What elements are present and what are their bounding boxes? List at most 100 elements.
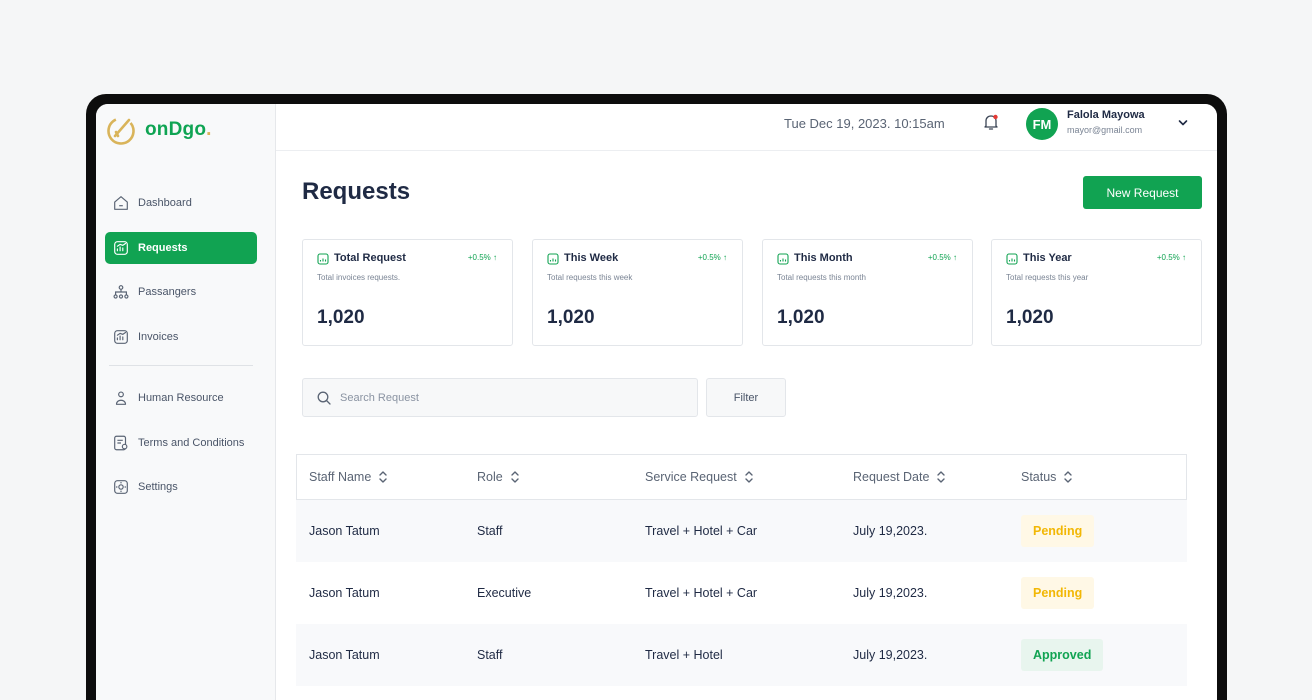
chevron-down-icon[interactable] bbox=[1176, 116, 1190, 130]
sidebar-item-label: Human Resource bbox=[138, 392, 224, 404]
chart-icon bbox=[317, 253, 329, 265]
table-header: Staff Name Role Service Request Request … bbox=[296, 454, 1187, 500]
sort-icon bbox=[1064, 471, 1073, 483]
logo-icon bbox=[107, 117, 135, 145]
sidebar: onDgo. Dashboard Requests Passangers Inv… bbox=[96, 104, 276, 700]
sidebar-item-label: Terms and Conditions bbox=[138, 436, 245, 449]
cell-staff-name: Jason Tatum bbox=[309, 648, 380, 662]
arrow-up-icon: ↑ bbox=[1182, 253, 1186, 262]
card-value: 1,020 bbox=[547, 307, 595, 328]
cell-date: July 19,2023. bbox=[853, 586, 928, 600]
sidebar-item-human-resource[interactable]: Human Resource bbox=[105, 382, 257, 414]
person-icon bbox=[115, 391, 127, 405]
cell-service: Travel + Hotel + Car bbox=[645, 524, 758, 538]
user-name: Falola Mayowa bbox=[1067, 109, 1145, 121]
page-title: Requests bbox=[302, 178, 411, 205]
logo-wordmark: onDgo. bbox=[145, 119, 212, 140]
card-subtitle: Total invoices requests. bbox=[317, 273, 401, 282]
card-title: This Month bbox=[794, 252, 853, 264]
change-badge: +0.5% ↑ bbox=[927, 253, 957, 262]
sidebar-item-dashboard[interactable]: Dashboard bbox=[105, 187, 257, 219]
top-bar: Tue Dec 19, 2023. 10:15am FM Falola Mayo… bbox=[276, 104, 1217, 151]
sidebar-item-requests[interactable]: Requests bbox=[105, 231, 257, 264]
card-title: This Week bbox=[564, 252, 619, 264]
chart-icon bbox=[1006, 253, 1018, 265]
cell-staff-name: Jason Tatum bbox=[309, 586, 380, 600]
filter-button[interactable]: Filter bbox=[706, 378, 786, 417]
home-icon bbox=[114, 196, 128, 210]
avatar[interactable]: FM bbox=[1026, 108, 1058, 140]
app-logo[interactable]: onDgo. bbox=[105, 112, 212, 148]
table-row[interactable]: Jason Tatum Staff Travel + Hotel + Car J… bbox=[296, 500, 1187, 562]
stat-card-year: This Year +0.5% ↑ Total requests this ye… bbox=[991, 239, 1202, 346]
change-badge: +0.5% ↑ bbox=[697, 253, 727, 262]
invoice-icon bbox=[114, 329, 128, 344]
stat-card-month: This Month +0.5% ↑ Total requests this m… bbox=[762, 239, 973, 346]
column-header-request-date[interactable]: Request Date bbox=[853, 470, 947, 484]
sidebar-item-label: Settings bbox=[138, 481, 178, 493]
change-badge: +0.5% ↑ bbox=[467, 253, 497, 262]
arrow-up-icon: ↑ bbox=[953, 253, 957, 262]
sidebar-item-label: Dashboard bbox=[138, 197, 192, 209]
search-input[interactable] bbox=[340, 391, 670, 404]
sidebar-item-label: Invoices bbox=[138, 330, 179, 343]
status-badge: Pending bbox=[1021, 515, 1095, 547]
sidebar-item-invoices[interactable]: Invoices bbox=[105, 321, 257, 353]
cell-service: Travel + Hotel + Car bbox=[645, 586, 758, 600]
column-header-status[interactable]: Status bbox=[1021, 470, 1074, 484]
sidebar-divider bbox=[109, 365, 253, 366]
user-email: mayor@gmail.com bbox=[1067, 125, 1143, 135]
change-badge: +0.5% ↑ bbox=[1156, 253, 1186, 262]
cell-date: July 19,2023. bbox=[853, 524, 928, 538]
search-icon bbox=[317, 391, 331, 405]
status-badge: Approved bbox=[1021, 639, 1104, 671]
new-request-button[interactable]: New Request bbox=[1083, 176, 1202, 209]
table-row[interactable]: Jason Tatum Executive Travel + Hotel + C… bbox=[296, 562, 1187, 624]
column-header-staff-name[interactable]: Staff Name bbox=[309, 470, 389, 484]
sidebar-item-label: Passangers bbox=[138, 286, 197, 298]
chart-icon bbox=[547, 253, 559, 265]
sidebar-item-label: Requests bbox=[138, 241, 188, 254]
stat-card-week: This Week +0.5% ↑ Total requests this we… bbox=[532, 239, 743, 346]
card-subtitle: Total requests this month bbox=[777, 273, 866, 282]
cell-service: Travel + Hotel bbox=[645, 648, 723, 662]
card-subtitle: Total requests this week bbox=[547, 273, 633, 282]
sidebar-item-passangers[interactable]: Passangers bbox=[105, 276, 257, 308]
sort-icon bbox=[511, 471, 519, 483]
sort-icon bbox=[745, 471, 753, 483]
sort-icon bbox=[379, 471, 388, 483]
sidebar-item-terms[interactable]: Terms and Conditions bbox=[105, 427, 257, 459]
chart-icon bbox=[114, 240, 128, 255]
card-value: 1,020 bbox=[777, 307, 825, 328]
status-badge: Pending bbox=[1021, 577, 1095, 609]
cell-role: Executive bbox=[477, 586, 532, 600]
arrow-up-icon: ↑ bbox=[723, 253, 727, 262]
app-screen: onDgo. Dashboard Requests Passangers Inv… bbox=[96, 104, 1217, 700]
column-header-service-request[interactable]: Service Request bbox=[645, 470, 755, 484]
users-icon bbox=[113, 285, 129, 299]
gear-icon bbox=[114, 480, 128, 494]
card-subtitle: Total requests this year bbox=[1006, 273, 1089, 282]
notification-bell-icon[interactable] bbox=[981, 112, 1001, 132]
sidebar-nav: Dashboard Requests Passangers Invoices H… bbox=[105, 187, 257, 516]
current-datetime: Tue Dec 19, 2023. 10:15am bbox=[784, 116, 945, 131]
device-frame: onDgo. Dashboard Requests Passangers Inv… bbox=[86, 94, 1227, 700]
arrow-up-icon: ↑ bbox=[493, 253, 497, 262]
chart-icon bbox=[777, 253, 789, 265]
document-icon bbox=[114, 435, 128, 450]
card-title: Total Request bbox=[334, 252, 406, 264]
stat-card-total: Total Request +0.5% ↑ Total invoices req… bbox=[302, 239, 513, 346]
cell-role: Staff bbox=[477, 524, 503, 538]
search-box bbox=[302, 378, 698, 417]
sidebar-item-settings[interactable]: Settings bbox=[105, 471, 257, 503]
card-value: 1,020 bbox=[317, 307, 365, 328]
card-title: This Year bbox=[1023, 252, 1072, 264]
card-value: 1,020 bbox=[1006, 307, 1054, 328]
sort-icon bbox=[937, 471, 946, 483]
table-row[interactable]: Jason Tatum Staff Travel + Hotel July 19… bbox=[296, 624, 1187, 686]
cell-role: Staff bbox=[477, 648, 503, 662]
cell-date: July 19,2023. bbox=[853, 648, 928, 662]
requests-table: Staff Name Role Service Request Request … bbox=[296, 454, 1187, 686]
column-header-role[interactable]: Role bbox=[477, 470, 521, 484]
cell-staff-name: Jason Tatum bbox=[309, 524, 380, 538]
